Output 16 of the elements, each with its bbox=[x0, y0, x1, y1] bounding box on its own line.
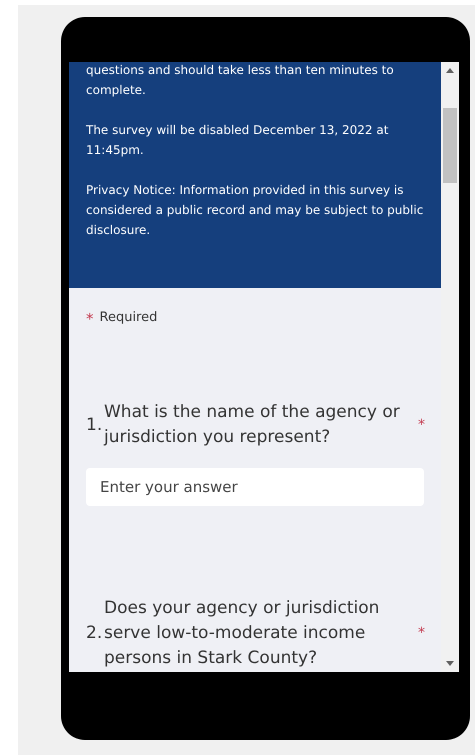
required-asterisk: * bbox=[418, 416, 425, 434]
required-asterisk: * bbox=[418, 624, 425, 643]
answer-field[interactable]: Enter your answer bbox=[86, 468, 424, 506]
notice-paragraph: Privacy Notice: Information provided in this survey is considered a public record and may be subject to public disclosure. bbox=[86, 182, 424, 239]
question-number: 2. bbox=[86, 622, 104, 645]
notice-paragraph: The survey will be disabled December 13, 2022 at 11:45pm. bbox=[86, 122, 390, 159]
scroll-up-icon[interactable] bbox=[446, 68, 454, 73]
scroll-down-icon[interactable] bbox=[446, 661, 454, 666]
required-label: Required bbox=[100, 310, 158, 325]
scrollbar-thumb[interactable] bbox=[443, 108, 457, 183]
notice-paragraph: questions and should take less than ten minutes to complete. bbox=[86, 62, 395, 99]
question-number: 1. bbox=[86, 414, 104, 436]
question-text: Does your agency or jurisdiction serve low-to-moderate income persons in Stark County? bbox=[104, 597, 380, 670]
required-asterisk: * bbox=[86, 310, 94, 328]
question-text: What is the name of the agency or jurisdiction you represent? bbox=[104, 401, 401, 449]
scrollbar[interactable] bbox=[441, 62, 459, 672]
